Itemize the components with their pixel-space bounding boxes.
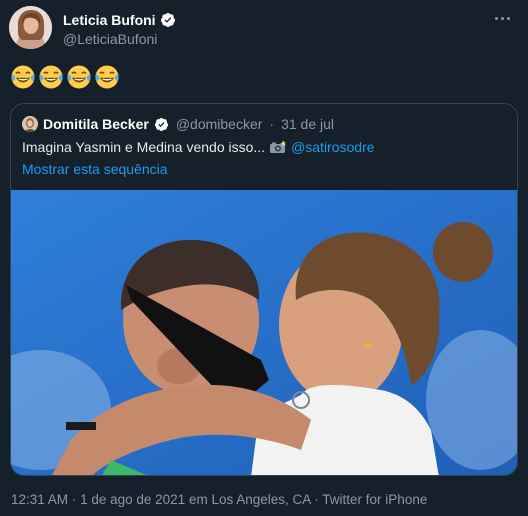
verified-badge-icon xyxy=(154,117,168,131)
author-name-row[interactable]: Leticia Bufoni xyxy=(63,12,176,28)
verified-badge-icon xyxy=(160,13,175,27)
tears-of-joy-emoji-icon xyxy=(11,65,35,89)
author-avatar[interactable] xyxy=(9,6,52,49)
tweet-date[interactable]: 1 de ago de 2021 xyxy=(80,492,185,507)
camera-flash-emoji-icon xyxy=(270,140,287,153)
quoted-tweet-header: Domitila Becker @domibecker · 31 de jul xyxy=(22,116,334,132)
tweet-source[interactable]: Twitter for iPhone xyxy=(322,492,427,507)
tweet-meta: 12:31 AM · 1 de ago de 2021 em Los Angel… xyxy=(11,492,427,507)
quoted-separator: · xyxy=(269,116,275,132)
avatar-photo xyxy=(9,6,52,49)
quoted-tweet-photo[interactable] xyxy=(11,190,518,476)
quoted-display-name[interactable]: Domitila Becker xyxy=(43,116,149,132)
tweet-location[interactable]: em Los Angeles, CA xyxy=(189,492,311,507)
tweet-time[interactable]: 12:31 AM xyxy=(11,492,68,507)
tears-of-joy-emoji-icon xyxy=(39,65,63,89)
tweet-text xyxy=(10,64,120,90)
tears-of-joy-emoji-icon xyxy=(95,65,119,89)
meta-separator: · xyxy=(71,492,81,507)
quoted-author-avatar[interactable] xyxy=(22,116,38,132)
quoted-mention-link[interactable]: @satirosodre xyxy=(291,139,374,155)
quoted-date[interactable]: 31 de jul xyxy=(281,116,334,132)
more-options-icon[interactable] xyxy=(488,8,516,28)
author-handle[interactable]: @LeticiaBufoni xyxy=(63,31,157,47)
tears-of-joy-emoji-icon xyxy=(67,65,91,89)
avatar-photo xyxy=(22,116,38,132)
show-thread-link[interactable]: Mostrar esta sequência xyxy=(22,161,168,177)
author-display-name[interactable]: Leticia Bufoni xyxy=(63,12,156,28)
quoted-tweet-text: Imagina Yasmin e Medina vendo isso... @s… xyxy=(22,139,375,155)
quoted-tweet-card[interactable]: Domitila Becker @domibecker · 31 de jul … xyxy=(10,103,518,476)
tweet: Leticia Bufoni @LeticiaBufoni Domitila B… xyxy=(0,0,528,516)
quoted-text-body: Imagina Yasmin e Medina vendo isso... xyxy=(22,139,266,155)
quoted-handle[interactable]: @domibecker xyxy=(176,116,263,132)
